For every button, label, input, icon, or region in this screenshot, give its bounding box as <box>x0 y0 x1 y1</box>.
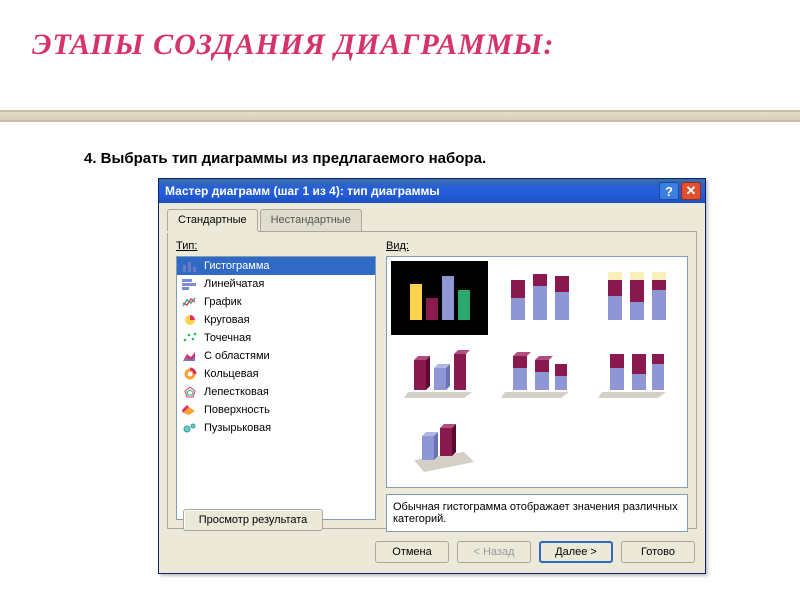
subtype-description: Обычная гистограмма отображает значения … <box>386 494 688 532</box>
subtype-3d-clustered-column[interactable] <box>393 337 486 407</box>
chart-type-label: Поверхность <box>204 404 270 416</box>
line-icon <box>181 295 199 309</box>
bar-icon <box>181 259 199 273</box>
subtype-column: Вид: <box>386 240 688 520</box>
tab-standard[interactable]: Стандартные <box>167 209 258 231</box>
chart-type-item-scatter[interactable]: Точечная <box>177 329 375 347</box>
chart-type-item-area[interactable]: С областями <box>177 347 375 365</box>
area-icon <box>181 349 199 363</box>
scatter-icon <box>181 331 199 345</box>
titlebar[interactable]: Мастер диаграмм (шаг 1 из 4): тип диагра… <box>159 179 705 203</box>
subtype-clustered-column[interactable] <box>393 263 486 333</box>
help-button[interactable]: ? <box>659 182 679 200</box>
subtype-3d-stacked-column[interactable] <box>490 337 583 407</box>
chart-type-list[interactable]: Гистограмма Линейчатая График Круговая Точеч… <box>176 256 376 520</box>
chart-type-item-line[interactable]: График <box>177 293 375 311</box>
chart-type-label: График <box>204 296 242 308</box>
chart-type-item-surface[interactable]: Поверхность <box>177 401 375 419</box>
cancel-button[interactable]: Отмена <box>375 541 449 563</box>
chart-type-label: Кольцевая <box>204 368 259 380</box>
radar-icon <box>181 385 199 399</box>
view-label: Вид: <box>386 240 688 252</box>
type-label: Тип: <box>176 240 376 252</box>
chart-type-item-radar[interactable]: Лепестковая <box>177 383 375 401</box>
chart-type-label: Линейчатая <box>204 278 264 290</box>
subtype-grid <box>386 256 688 488</box>
surface-icon <box>181 403 199 417</box>
chart-type-label: Гистограмма <box>204 260 270 272</box>
subtype-3d-column[interactable] <box>393 411 486 481</box>
chart-type-label: С областями <box>204 350 270 362</box>
back-button: < Назад <box>457 541 531 563</box>
type-column: Тип: Гистограмма Линейчатая График Круговая… <box>176 240 376 520</box>
bubble-icon <box>181 421 199 435</box>
wizard-button-bar: Отмена < Назад Далее > Готово <box>375 541 695 563</box>
finish-button[interactable]: Готово <box>621 541 695 563</box>
chart-type-label: Пузырьковая <box>204 422 271 434</box>
step-text: 4. Выбрать тип диаграммы из предлагаемог… <box>84 150 486 167</box>
chart-type-label: Точечная <box>204 332 251 344</box>
hbar-icon <box>181 277 199 291</box>
tab-panel-standard: Тип: Гистограмма Линейчатая График Круговая… <box>167 231 697 529</box>
slide-divider <box>0 110 800 122</box>
chart-type-item-bar[interactable]: Гистограмма <box>177 257 375 275</box>
donut-icon <box>181 367 199 381</box>
window-title: Мастер диаграмм (шаг 1 из 4): тип диагра… <box>165 184 657 198</box>
chart-type-label: Лепестковая <box>204 386 269 398</box>
subtype-100pct-stacked-column[interactable] <box>588 263 681 333</box>
chart-type-item-pie[interactable]: Круговая <box>177 311 375 329</box>
tab-strip: Стандартные Нестандартные <box>159 203 705 231</box>
chart-type-item-donut[interactable]: Кольцевая <box>177 365 375 383</box>
pie-icon <box>181 313 199 327</box>
chart-wizard-dialog: Мастер диаграмм (шаг 1 из 4): тип диагра… <box>158 178 706 574</box>
next-button[interactable]: Далее > <box>539 541 613 563</box>
subtype-3d-100pct-stacked-column[interactable] <box>588 337 681 407</box>
chart-type-label: Круговая <box>204 314 250 326</box>
slide-title: ЭТАПЫ СОЗДАНИЯ ДИАГРАММЫ: <box>32 28 555 62</box>
close-button[interactable]: ✕ <box>681 182 701 200</box>
subtype-stacked-column[interactable] <box>490 263 583 333</box>
chart-type-item-bubble[interactable]: Пузырьковая <box>177 419 375 437</box>
preview-result-button[interactable]: Просмотр результата <box>183 509 323 531</box>
chart-type-item-hbar[interactable]: Линейчатая <box>177 275 375 293</box>
tab-nonstandard[interactable]: Нестандартные <box>260 209 362 231</box>
